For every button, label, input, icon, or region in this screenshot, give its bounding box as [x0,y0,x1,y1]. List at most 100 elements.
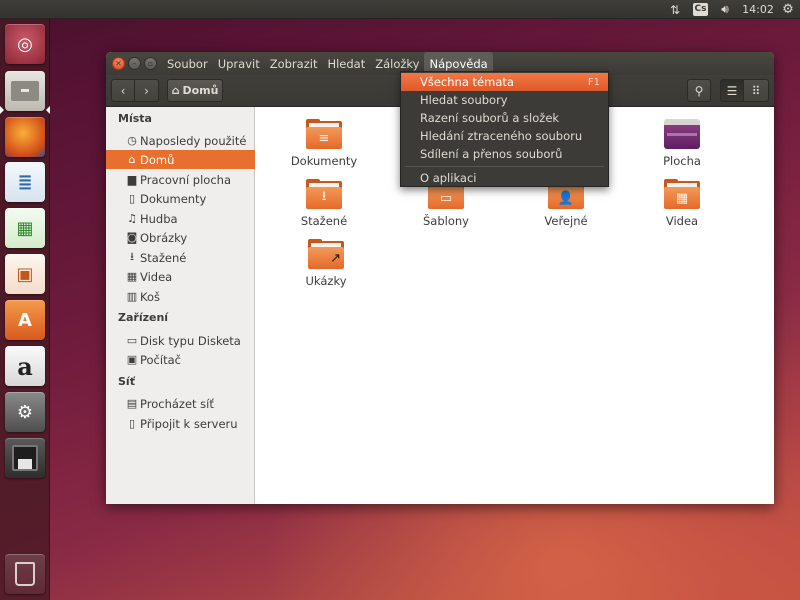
clock[interactable]: 14:02 [741,0,775,19]
libreoffice-calc-icon[interactable]: ▦ [5,208,45,248]
menu-upravit[interactable]: Upravit [213,52,265,75]
sidebar-header-devices: Zařízení [118,311,169,324]
volume-icon[interactable]: 🔊︎ [714,0,736,19]
menu-item-accelerator: F1 [587,76,600,88]
sidebar-item-connect-server[interactable]: ▯ Připojit k serveru [106,414,255,433]
keyboard-layout-label: Cs [692,3,709,16]
computer-icon: ▣ [126,353,138,366]
menu-item-label: Všechna témata [420,75,514,89]
sidebar-item-label: Disk typu Disketa [140,333,241,348]
grid-view-icon[interactable]: ⠿ [744,79,769,102]
sidebar-item-pictures[interactable]: ◙ Obrázky [106,228,255,247]
maximize-icon[interactable]: ▫ [144,57,157,70]
minimize-icon[interactable]: – [128,57,141,70]
floppy-icon [12,445,38,471]
menu-item-sort-files[interactable]: Razení souborů a složek [401,109,608,127]
sidebar-header-places: Místa [118,112,152,125]
menu-item-about[interactable]: O aplikaci [401,169,608,187]
amazon-icon[interactable]: a [5,346,45,386]
sidebar-item-desktop[interactable]: ▆ Pracovní plocha [106,170,255,189]
home-icon: ⌂ [128,153,136,166]
folder-item-downloads[interactable]: ⭳ Stažené [279,179,369,228]
files-app-icon[interactable] [5,71,45,111]
menu-hledat[interactable]: Hledat [322,52,370,75]
person-emblem-icon: 👤 [557,190,575,206]
search-icon[interactable]: ⚲ [687,79,711,102]
sidebar-item-recent[interactable]: ◷ Naposledy použité [106,131,255,150]
sidebar-item-computer[interactable]: ▣ Počítač [106,350,255,369]
file-label: Videa [665,214,699,228]
floppy-icon: ▭ [126,334,138,347]
sidebar-item-documents[interactable]: ▯ Dokumenty [106,189,255,208]
file-label: Šablony [423,214,469,228]
folder-item-documents[interactable]: ≡ Dokumenty [279,119,369,168]
back-button[interactable]: ‹ [111,79,135,102]
ubuntu-dash-icon[interactable]: ◎ [5,24,45,64]
sidebar-item-browse-network[interactable]: ▤ Procházet síť [106,394,255,413]
software-center-icon[interactable]: A [5,300,45,340]
camera-icon: ◙ [126,231,138,244]
menu-soubor[interactable]: Soubor [162,52,213,75]
download-emblem-icon: ⭳ [321,189,327,204]
sidebar-item-label: Hudba [140,211,178,226]
sidebar-item-home[interactable]: ⌂ Domů [106,150,255,169]
network-icon: ▤ [126,397,138,410]
sidebar-item-label: Domů [140,152,175,167]
folder-item-examples[interactable]: ↗ Ukázky [281,239,371,288]
menu-item-find-lost-file[interactable]: Hledání ztraceného souboru [401,127,608,145]
menu-item-all-topics[interactable]: Všechna témata F1 [401,73,608,91]
folder-item-desktop[interactable]: Plocha [637,119,727,168]
close-icon[interactable]: ✕ [112,57,125,70]
file-label: Dokumenty [290,154,358,168]
list-view-icon[interactable]: ☰ [720,79,744,102]
sidebar-item-label: Pracovní plocha [140,172,232,187]
gear-icon[interactable]: ⚙ [778,0,798,19]
file-label: Ukázky [305,274,347,288]
sidebar-item-label: Obrázky [140,230,188,245]
menu-item-search-files[interactable]: Hledat soubory [401,91,608,109]
sidebar-item-floppy[interactable]: ▭ Disk typu Disketa [106,331,255,350]
folder-icon: ↗ [308,239,344,269]
menu-item-share-files[interactable]: Sdílení a přenos souborů [401,145,608,163]
firefox-icon[interactable] [5,117,45,157]
sidebar-item-videos[interactable]: ▦ Videa [106,267,255,286]
music-icon: ♫ [127,212,137,225]
film-icon: ▦ [126,270,138,283]
active-app-indicator-right [46,106,50,114]
sidebar-item-music[interactable]: ♫ Hudba [106,209,255,228]
system-settings-icon[interactable]: ⚙ [5,392,45,432]
path-label: Domů [182,84,219,97]
folder-icon: ⭳ [306,179,342,209]
home-icon: ⌂ [171,84,180,97]
menu-zobrazit[interactable]: Zobrazit [265,52,323,75]
sidebar-item-label: Stažené [140,250,187,265]
link-emblem-icon: ↗ [330,250,341,266]
keyboard-layout-indicator[interactable]: Cs [692,0,709,19]
file-label: Veřejné [544,214,588,228]
file-label: Stažené [300,214,348,228]
document-emblem-icon: ≡ [318,130,330,146]
path-home-button[interactable]: ⌂ Domů [167,79,223,102]
libreoffice-impress-icon[interactable]: ▣ [5,254,45,294]
trash-icon: ▥ [126,290,138,303]
libreoffice-writer-icon[interactable]: ≣ [5,162,45,202]
trash-icon[interactable] [5,554,45,594]
sidebar-item-label: Koš [140,289,160,304]
trash-can-icon [15,562,35,586]
files-drawer-icon [11,81,39,101]
network-arrows-icon[interactable]: ⇅ [664,0,686,19]
sidebar-item-label: Počítač [140,352,181,367]
disk-icon[interactable] [5,438,45,478]
desktop-icon: ▆ [127,173,137,186]
folder-item-videos[interactable]: ▦ Videa [637,179,727,228]
sidebar-item-downloads[interactable]: ⭳ Stažené [106,248,255,267]
forward-button[interactable]: › [135,79,159,102]
active-app-indicator-left [0,106,4,114]
file-label: Plocha [663,154,701,168]
sidebar-item-trash[interactable]: ▥ Koš [106,287,255,306]
clock-icon: ◷ [127,134,137,147]
folder-icon: ≡ [306,119,342,149]
folder-icon: ▦ [664,179,700,209]
launcher: ◎ ≣ ▦ ▣ A a ⚙ [0,19,50,600]
menu-separator [405,166,604,167]
